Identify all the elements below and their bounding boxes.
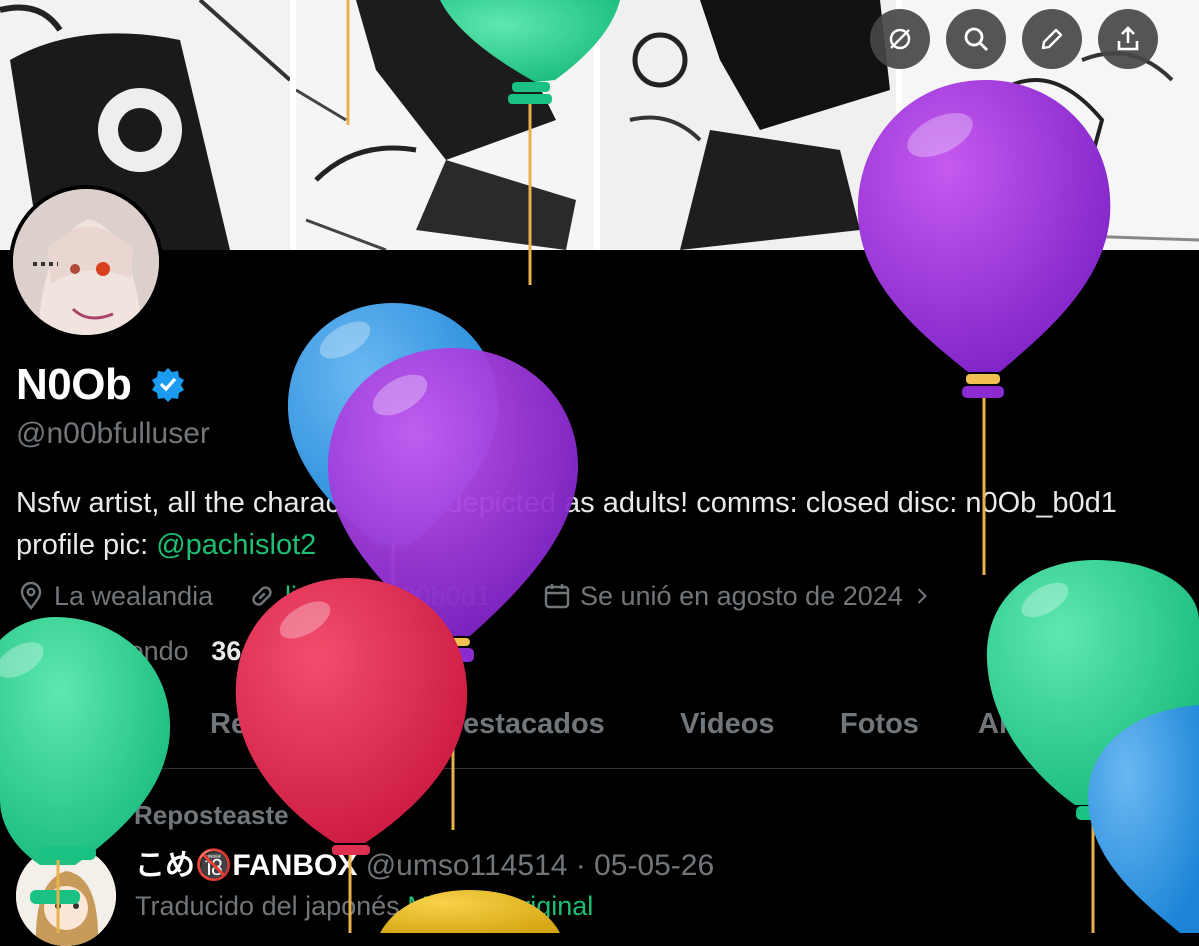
post-header: こめ🔞FANBOX @umso114514 · 05-05-26 bbox=[135, 840, 714, 884]
profile-handle: @n00bfulluser bbox=[16, 417, 210, 450]
edit-icon bbox=[1041, 28, 1063, 50]
banner-panel-2 bbox=[296, 0, 594, 250]
avatar-image bbox=[13, 189, 159, 335]
verified-badge-icon bbox=[152, 368, 184, 402]
tab-destacados[interactable]: Destacados bbox=[442, 708, 605, 741]
website-link[interactable]: linktr.ee/n00b0d1 bbox=[285, 581, 491, 612]
followers-stat[interactable]: 36.674 Seguidores bbox=[211, 636, 438, 666]
show-original-link[interactable]: Mostrar original bbox=[407, 891, 593, 921]
location-text: La wealandia bbox=[54, 580, 214, 611]
banner-panel-3 bbox=[600, 0, 896, 250]
edit-button[interactable] bbox=[1022, 9, 1082, 69]
following-count: 949 bbox=[16, 636, 62, 666]
website[interactable]: linktr.ee/n00b0d1 bbox=[247, 578, 491, 614]
post-handle-time[interactable]: @umso114514 · 05-05-26 bbox=[366, 849, 714, 882]
follow-stats: 949 Siguiendo 36.674 Seguidores bbox=[16, 636, 438, 667]
search-button[interactable] bbox=[946, 9, 1006, 69]
translated-label: Traducido del japonés bbox=[135, 891, 400, 921]
repost-icon bbox=[89, 807, 115, 823]
tab-videos[interactable]: Videos bbox=[680, 708, 775, 741]
location-icon bbox=[20, 581, 42, 610]
grok-button[interactable] bbox=[870, 9, 930, 69]
followers-count: 36.674 bbox=[211, 636, 294, 666]
profile-tabs: Posts Respuestas Destacados Videos Fotos… bbox=[0, 700, 1199, 769]
tab-posts[interactable]: Posts bbox=[70, 708, 149, 741]
repost-label: Reposteaste bbox=[134, 799, 289, 830]
active-tab-indicator bbox=[62, 760, 164, 766]
tab-respuestas[interactable]: Respuestas bbox=[210, 708, 373, 741]
grok-icon bbox=[889, 28, 911, 50]
location: La wealandia bbox=[16, 578, 213, 614]
following-stat[interactable]: 949 Siguiendo bbox=[16, 636, 189, 666]
search-icon bbox=[964, 27, 988, 51]
display-name: N0Ob bbox=[16, 360, 132, 409]
tab-fotos[interactable]: Fotos bbox=[840, 708, 919, 741]
profile-avatar[interactable] bbox=[9, 185, 163, 339]
followers-label: Seguidores bbox=[301, 636, 438, 666]
profile-banner[interactable] bbox=[0, 0, 1199, 250]
joined-text: Se unió en agosto de 2024 bbox=[580, 580, 903, 611]
calendar-icon bbox=[544, 584, 570, 609]
link-icon bbox=[252, 586, 272, 606]
chevron-right-icon bbox=[917, 588, 927, 604]
following-label: Siguiendo bbox=[68, 636, 189, 666]
share-button[interactable] bbox=[1098, 9, 1158, 69]
tab-articulos[interactable]: Artículos bbox=[978, 708, 1104, 741]
joined-date[interactable]: Se unió en agosto de 2024 bbox=[542, 578, 943, 614]
post-author-avatar[interactable] bbox=[16, 846, 116, 946]
profile-bio: Nsfw artist, all the characters are depi… bbox=[16, 482, 1186, 566]
bio-mention-link[interactable]: @pachislot2 bbox=[156, 529, 316, 561]
translation-note: Traducido del japonés Mostrar original bbox=[135, 891, 593, 922]
repost-indicator: Reposteaste bbox=[86, 798, 289, 832]
x-logo-icon bbox=[1137, 843, 1171, 877]
share-icon bbox=[1117, 26, 1139, 51]
post-author-name[interactable]: こめ🔞FANBOX bbox=[135, 849, 357, 882]
